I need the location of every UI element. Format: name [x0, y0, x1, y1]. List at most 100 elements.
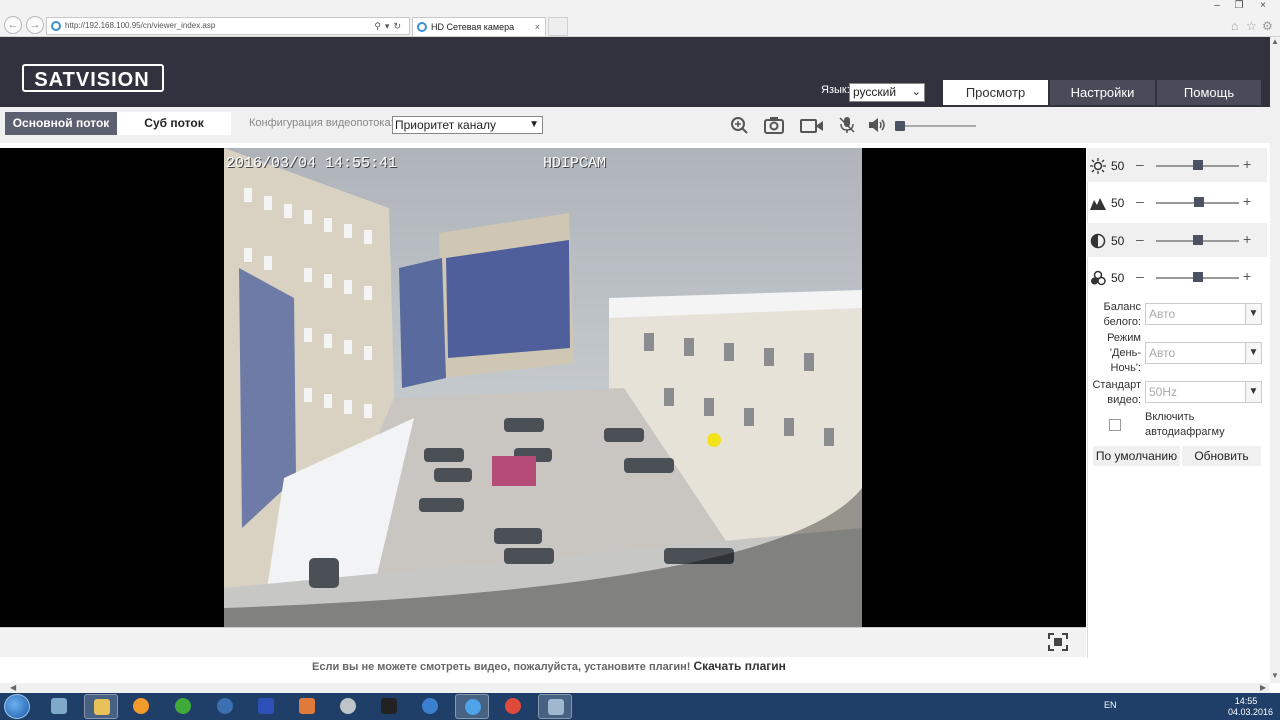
sharpness-decrease-button[interactable]: – — [1136, 193, 1144, 209]
sharpness-increase-button[interactable]: + — [1243, 193, 1251, 209]
taskbar-app-10[interactable] — [413, 694, 447, 719]
zoom-in-icon[interactable] — [729, 116, 749, 134]
day-night-label: Режим 'День-Ночь': — [1107, 332, 1141, 374]
osd-timestamp: 2016/03/04 14:55:41 — [226, 155, 398, 172]
white-balance-label: Баланс белого: — [1103, 301, 1141, 328]
microphone-icon[interactable] — [837, 116, 857, 134]
saturation-decrease-button[interactable]: – — [1136, 268, 1144, 284]
scroll-right-icon[interactable]: ▶ — [1260, 683, 1266, 692]
tab-title: HD Сетевая камера — [431, 22, 515, 32]
day-night-value: Авто — [1149, 346, 1176, 360]
speaker-icon[interactable] — [867, 116, 887, 134]
brightness-slider-handle[interactable] — [1193, 160, 1203, 170]
ie-page-icon — [51, 21, 61, 31]
scroll-down-icon[interactable]: ▼ — [1270, 671, 1280, 683]
brightness-decrease-button[interactable]: – — [1136, 156, 1144, 172]
video-standard-value: 50Hz — [1149, 385, 1178, 399]
restore-icon[interactable]: ❐ — [1228, 0, 1250, 14]
snapshot-icon[interactable] — [764, 116, 784, 134]
taskbar-media-player[interactable] — [124, 694, 158, 719]
search-refresh-icon[interactable]: ⚲▾↻ — [374, 18, 405, 34]
tray-clock[interactable]: 14:55 04.03.2016 — [1228, 696, 1274, 718]
taskbar-app-6[interactable] — [249, 694, 283, 719]
scroll-up-icon[interactable]: ▲ — [1270, 37, 1280, 49]
tray-language[interactable]: EN — [1104, 700, 1117, 710]
taskbar-app-8[interactable] — [331, 694, 365, 719]
sharpness-icon — [1090, 198, 1106, 210]
taskbar-app-5[interactable] — [208, 694, 242, 719]
stream-config-select[interactable]: Приоритет каналу ▼ — [392, 116, 543, 134]
saturation-increase-button[interactable]: + — [1243, 268, 1251, 284]
brightness-increase-button[interactable]: + — [1243, 156, 1251, 172]
camera-video-feed[interactable] — [224, 148, 862, 627]
home-icon[interactable]: ⌂ — [1231, 19, 1238, 33]
download-plugin-link[interactable]: Скачать плагин — [693, 659, 785, 673]
auto-iris-checkbox[interactable] — [1109, 419, 1121, 431]
satvision-logo: SATVISION — [22, 64, 164, 92]
address-bar[interactable]: http://192.168.100.95/cn/viewer_index.as… — [46, 17, 410, 35]
ie-tab-icon — [417, 22, 427, 32]
horizontal-scrollbar[interactable]: ◀ ▶ — [0, 683, 1270, 693]
fullscreen-icon[interactable] — [1048, 633, 1068, 651]
auto-iris-label: Включить автодиафрагму — [1145, 411, 1225, 438]
browser-tab[interactable]: HD Сетевая камера × — [412, 17, 546, 36]
sun-icon — [1090, 158, 1106, 174]
video-standard-label: Стандарт видео: — [1092, 379, 1141, 406]
start-button[interactable] — [4, 694, 30, 719]
taskbar-app-13[interactable] — [538, 694, 572, 719]
language-select[interactable]: русский ⌄ — [849, 83, 925, 102]
chevron-down-icon: ⌄ — [911, 86, 921, 98]
taskbar-chrome[interactable] — [496, 694, 530, 719]
taskbar-app-7[interactable] — [290, 694, 324, 719]
chevron-down-icon: ▼ — [1245, 382, 1261, 402]
sharpness-slider-handle[interactable] — [1194, 197, 1204, 207]
language-label: Язык: — [821, 84, 850, 96]
sharpness-value: 50 — [1111, 196, 1125, 210]
saturation-slider-handle[interactable] — [1193, 272, 1203, 282]
settings-gear-icon[interactable]: ⚙ — [1262, 19, 1273, 33]
tab-settings[interactable]: Настройки — [1050, 80, 1155, 105]
logo-text: SATVISION — [34, 69, 149, 91]
browser-chrome: ← → http://192.168.100.95/cn/viewer_inde… — [0, 0, 1280, 37]
record-icon[interactable] — [800, 116, 824, 134]
day-night-select[interactable]: Авто ▼ — [1145, 342, 1262, 364]
tab-help[interactable]: Помощь — [1157, 80, 1261, 105]
video-standard-select[interactable]: 50Hz ▼ — [1145, 381, 1262, 403]
saturation-value: 50 — [1111, 271, 1125, 285]
taskbar-app-4[interactable] — [166, 694, 200, 719]
volume-slider-handle[interactable] — [895, 121, 905, 131]
new-tab-button[interactable] — [548, 17, 568, 36]
contrast-decrease-button[interactable]: – — [1136, 231, 1144, 247]
video-footer-bar — [0, 627, 1086, 657]
minimize-icon[interactable]: – — [1206, 0, 1228, 14]
tray-time: 14:55 — [1234, 696, 1258, 706]
stream-config-value: Приоритет каналу — [395, 118, 497, 132]
vertical-scrollbar[interactable]: ▲ ▼ — [1270, 37, 1280, 683]
white-balance-select[interactable]: Авто ▼ — [1145, 303, 1262, 325]
chevron-down-icon: ▼ — [1245, 343, 1261, 363]
taskbar-app-9[interactable] — [372, 694, 406, 719]
refresh-button[interactable]: Обновить — [1182, 446, 1261, 466]
taskbar-app-1[interactable] — [42, 694, 76, 719]
back-icon[interactable]: ← — [4, 16, 22, 34]
sub-stream-button[interactable]: Суб поток — [117, 112, 231, 135]
volume-slider[interactable] — [899, 125, 976, 127]
close-window-icon[interactable]: × — [1252, 0, 1274, 14]
scroll-left-icon[interactable]: ◀ — [10, 683, 16, 692]
plugin-message-text: Если вы не можете смотреть видео, пожалу… — [312, 661, 691, 673]
default-button[interactable]: По умолчанию — [1093, 446, 1180, 466]
contrast-increase-button[interactable]: + — [1243, 231, 1251, 247]
taskbar-explorer[interactable] — [84, 694, 118, 719]
tab-view[interactable]: Просмотр — [943, 80, 1048, 105]
osd-camera-name: HDIPCAM — [543, 155, 607, 172]
main-stream-button[interactable]: Основной поток — [5, 112, 117, 135]
contrast-value: 50 — [1111, 234, 1125, 248]
taskbar-internet-explorer[interactable] — [455, 694, 489, 719]
tray-date: 04.03.2016 — [1228, 707, 1274, 717]
forward-icon[interactable]: → — [26, 16, 44, 34]
contrast-slider-handle[interactable] — [1193, 235, 1203, 245]
close-tab-icon[interactable]: × — [535, 18, 540, 36]
language-value: русский — [853, 85, 897, 99]
favorites-icon[interactable]: ☆ — [1246, 19, 1257, 33]
plugin-message: Если вы не можете смотреть видео, пожалу… — [312, 659, 786, 673]
